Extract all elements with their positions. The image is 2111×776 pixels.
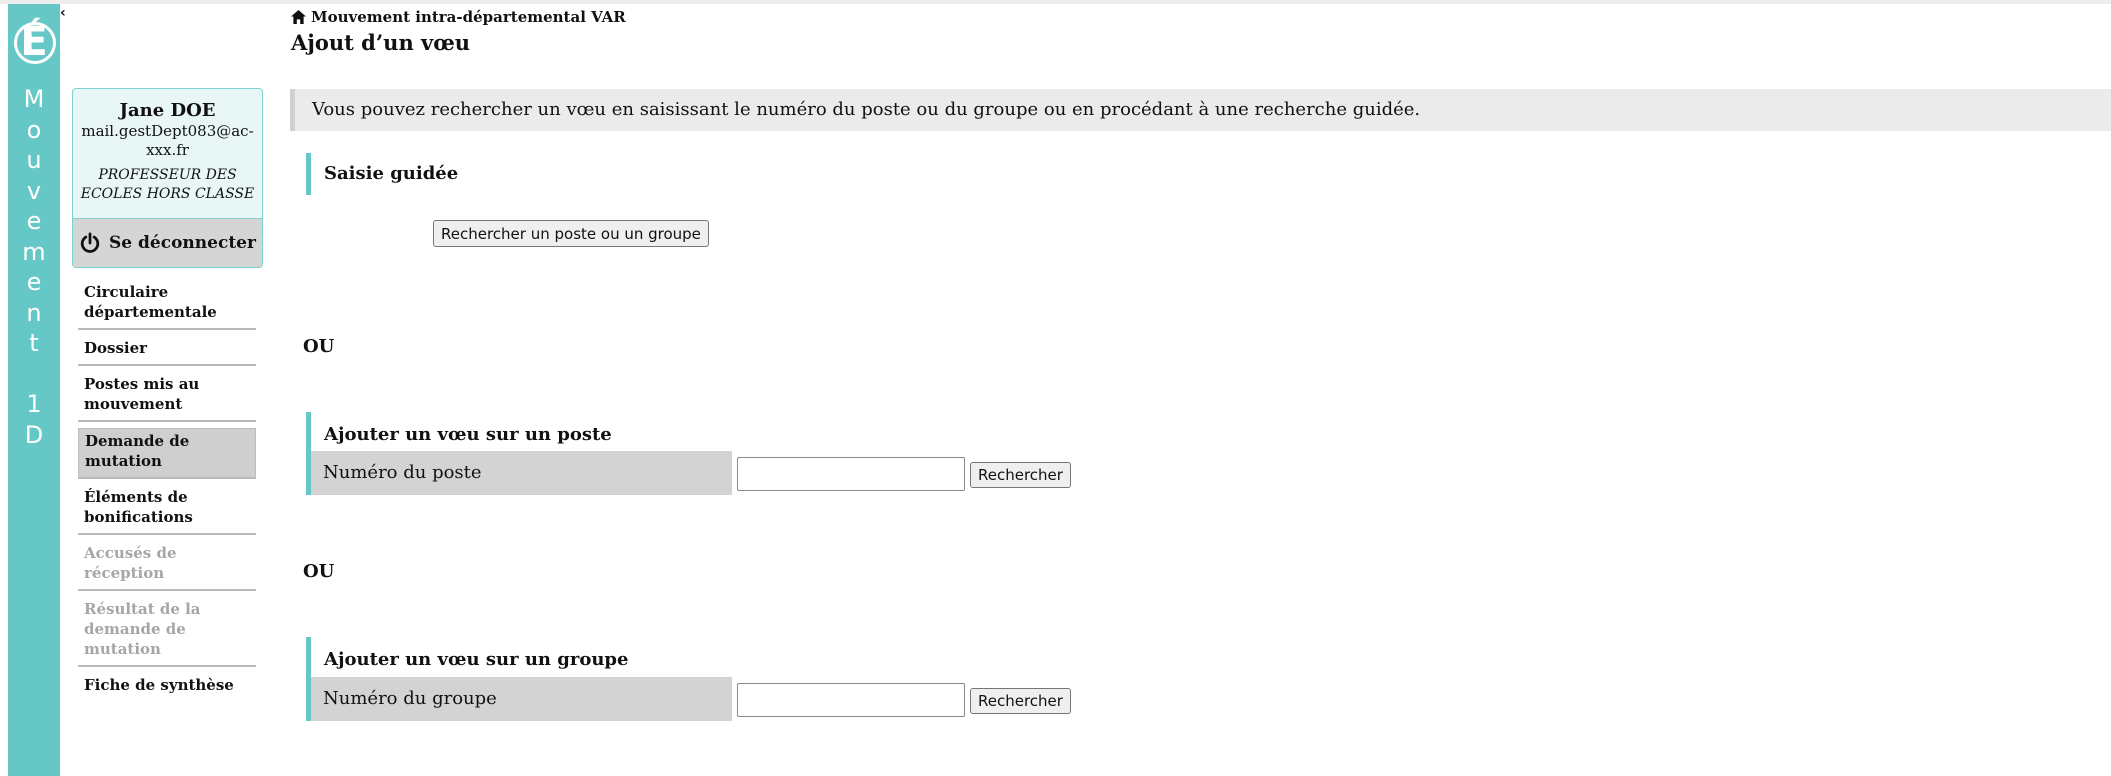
top-border (0, 0, 2111, 4)
breadcrumb: Mouvement intra-départemental VAR (291, 8, 626, 26)
nav-item[interactable]: Postes mis au mouvement (78, 372, 256, 422)
vertical-title-char: u (26, 146, 42, 174)
nav-item: Accusés de réception (78, 541, 256, 591)
or-separator-2: OU (303, 561, 335, 582)
vertical-app-title: Mouvement 1D (8, 84, 60, 450)
nav-item[interactable]: Éléments de bonifications (78, 485, 256, 535)
brand-sidebar: É Mouvement 1D (8, 4, 60, 776)
group-number-label: Numéro du groupe (306, 677, 732, 721)
vertical-title-char: v (26, 176, 42, 205)
breadcrumb-label[interactable]: Mouvement intra-départemental VAR (311, 8, 626, 26)
side-nav: Circulaire départementale Dossier Postes m… (78, 280, 256, 707)
home-icon[interactable] (291, 10, 306, 24)
user-email: mail.gestDept083@ac-xxx.fr (81, 122, 254, 159)
group-search-button[interactable]: Rechercher (970, 688, 1071, 714)
nav-item[interactable]: Circulaire départementale (78, 280, 256, 330)
or-separator-1: OU (303, 336, 335, 357)
vertical-title-char: o (26, 115, 42, 144)
post-number-label: Numéro du poste (306, 451, 732, 495)
logout-label: Se déconnecter (109, 233, 256, 253)
nav-item: Résultat de la demande de mutation (78, 597, 256, 667)
nav-item[interactable]: Fiche de synthèse (78, 673, 256, 701)
brand-logo-letter: É (20, 19, 48, 65)
user-name: Jane DOE (119, 100, 216, 121)
page-title: Ajout d’un vœu (291, 30, 471, 55)
vertical-title-char: e (26, 268, 42, 296)
nav-item[interactable]: Dossier (78, 336, 256, 366)
vertical-title-char: n (26, 298, 42, 327)
vertical-title-char: D (24, 420, 44, 449)
info-banner: Vous pouvez rechercher un vœu en saisiss… (290, 89, 2111, 131)
guided-search-button[interactable]: Rechercher un poste ou un groupe (433, 220, 709, 247)
brand-logo: É (12, 10, 56, 78)
group-section-heading: Ajouter un vœu sur un groupe (306, 637, 628, 677)
vertical-title-char: m (22, 237, 46, 266)
post-number-input[interactable] (737, 457, 965, 491)
nav-item[interactable]: Demande de mutation (78, 428, 256, 479)
vertical-title-char: M (23, 85, 45, 113)
group-number-input[interactable] (737, 683, 965, 717)
post-section-heading: Ajouter un vœu sur un poste (306, 412, 612, 452)
user-role: PROFESSEUR DES ECOLES HORS CLASSE (80, 167, 255, 202)
collapse-sidebar-icon[interactable]: ‹ (60, 6, 72, 20)
logout-button[interactable]: Se déconnecter (73, 218, 262, 267)
user-card: Jane DOE mail.gestDept083@ac-xxx.fr PROF… (72, 88, 263, 268)
power-icon (80, 232, 100, 253)
guided-section-heading: Saisie guidée (306, 153, 458, 195)
vertical-title-char: e (26, 207, 42, 235)
vertical-title-char: 1 (26, 390, 42, 418)
post-search-button[interactable]: Rechercher (970, 462, 1071, 488)
vertical-title-char: t (29, 329, 39, 357)
